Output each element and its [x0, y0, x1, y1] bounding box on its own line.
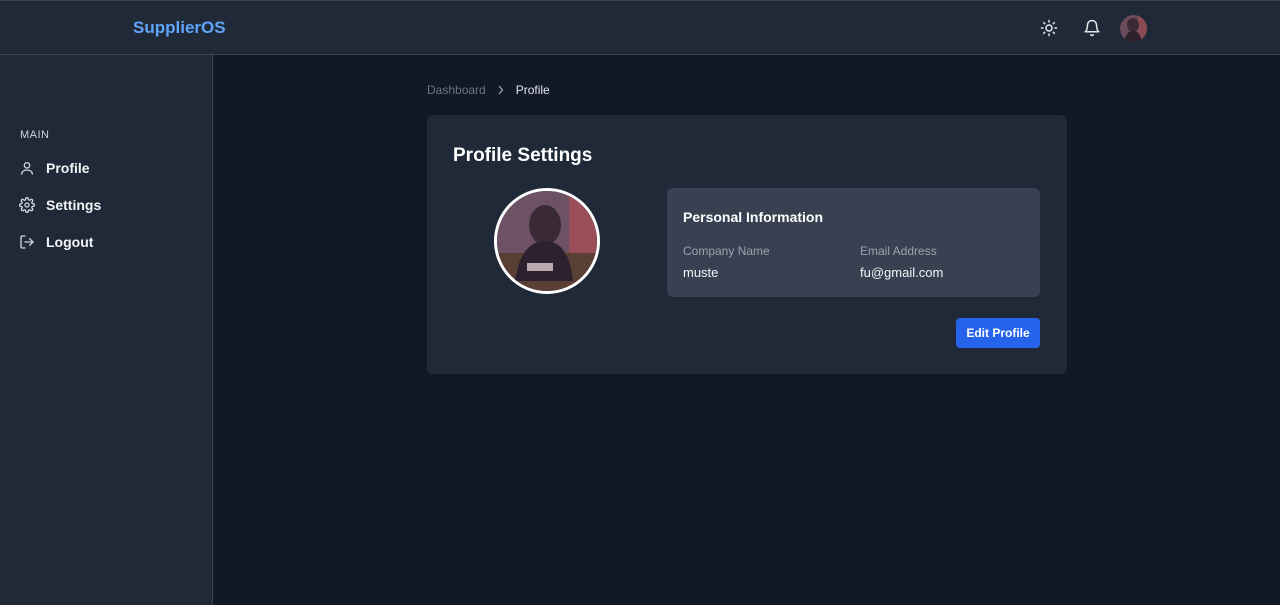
breadcrumb: Dashboard Profile — [427, 83, 550, 97]
logout-icon — [20, 235, 34, 249]
profile-card: Profile Settings Personal Information Co… — [427, 115, 1067, 374]
sidebar-item-label: Profile — [46, 160, 90, 176]
chevron-right-icon — [496, 85, 506, 95]
sidebar-item-settings[interactable]: Settings — [19, 193, 199, 217]
email-address-value: fu@gmail.com — [860, 265, 944, 280]
sidebar-section-label: MAIN — [20, 129, 50, 141]
sidebar-item-profile[interactable]: Profile — [19, 156, 199, 180]
company-name-value: muste — [683, 265, 719, 280]
user-avatar[interactable] — [1120, 15, 1147, 42]
company-name-label: Company Name — [683, 244, 770, 258]
breadcrumb-current: Profile — [515, 83, 550, 97]
top-navbar: SupplierOS — [0, 0, 1280, 55]
sidebar-item-label: Settings — [46, 197, 102, 213]
sidebar-item-logout[interactable]: Logout — [19, 230, 199, 254]
profile-avatar — [494, 188, 600, 294]
user-icon — [21, 162, 33, 175]
brand-logo[interactable]: SupplierOS — [133, 18, 226, 38]
sidebar: MAIN Profile Settings Logout — [0, 55, 213, 605]
personal-info-panel: Personal Information Company Name muste … — [667, 188, 1040, 297]
personal-info-title: Personal Information — [683, 209, 824, 225]
sun-icon[interactable] — [1039, 18, 1059, 38]
breadcrumb-dashboard-link[interactable]: Dashboard — [427, 83, 486, 97]
edit-profile-button[interactable]: Edit Profile — [956, 318, 1040, 348]
page-title: Profile Settings — [453, 145, 593, 166]
sidebar-item-label: Logout — [46, 234, 94, 250]
bell-icon[interactable] — [1082, 18, 1102, 38]
gear-icon — [19, 197, 35, 213]
email-address-label: Email Address — [860, 244, 937, 258]
